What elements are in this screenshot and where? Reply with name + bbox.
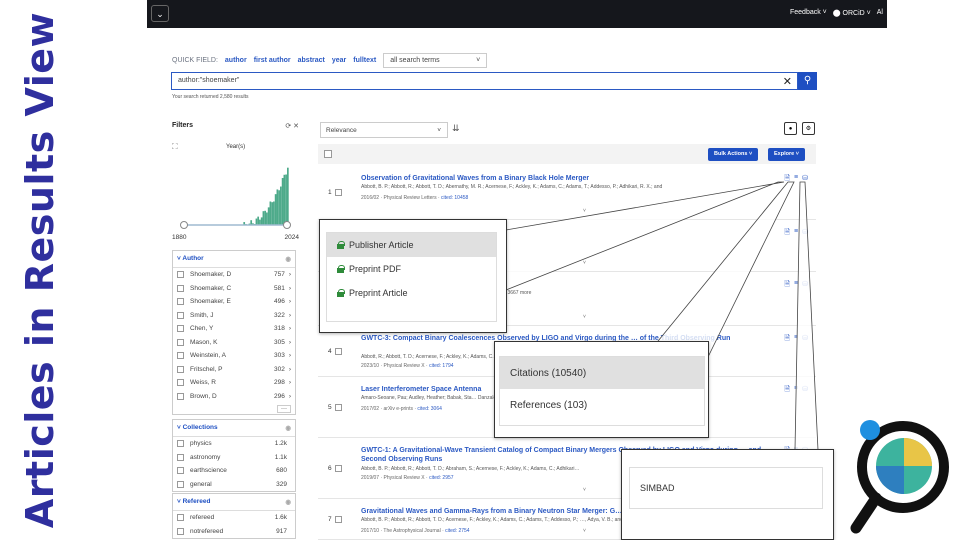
data-links-popup: SIMBAD xyxy=(621,449,834,540)
lock-icon xyxy=(337,289,345,297)
preprint-pdf-label: Preprint PDF xyxy=(349,264,402,274)
publisher-article-option[interactable]: Publisher Article xyxy=(327,233,496,257)
publisher-article-label: Publisher Article xyxy=(349,240,414,250)
citations-references-popup: Citations (10540) References (103) xyxy=(494,341,709,438)
lock-icon xyxy=(337,241,345,249)
simbad-option[interactable]: SIMBAD xyxy=(630,468,822,508)
preprint-article-option[interactable]: Preprint Article xyxy=(327,281,496,305)
citations-option[interactable]: Citations (10540) xyxy=(500,357,704,389)
preprint-pdf-option[interactable]: Preprint PDF xyxy=(327,257,496,281)
lock-icon xyxy=(337,265,345,273)
fulltext-sources-popup: Publisher Article Preprint PDF Preprint … xyxy=(319,219,507,333)
preprint-article-label: Preprint Article xyxy=(349,288,408,298)
references-option[interactable]: References (103) xyxy=(500,389,704,421)
magnifier-logo xyxy=(850,420,949,534)
